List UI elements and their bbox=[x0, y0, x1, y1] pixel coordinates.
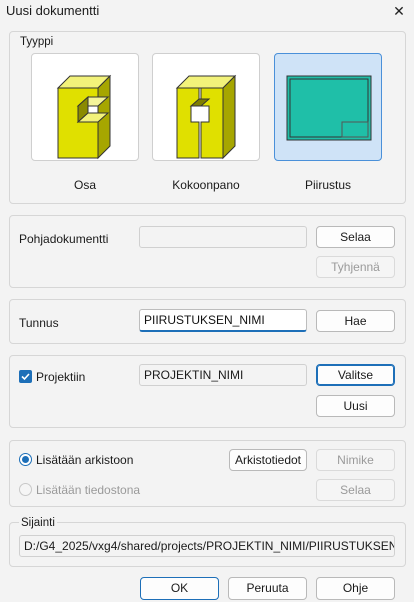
identifier-search-button[interactable]: Hae bbox=[316, 310, 395, 332]
part-icon bbox=[56, 74, 112, 160]
template-clear-button[interactable]: Tyhjennä bbox=[316, 256, 395, 278]
window-title: Uusi dokumentti bbox=[6, 3, 100, 18]
identifier-field[interactable] bbox=[139, 309, 307, 332]
project-field: PROJEKTIN_NIMI bbox=[139, 364, 307, 386]
tile-part-label: Osa bbox=[73, 178, 96, 192]
tile-assembly[interactable] bbox=[152, 53, 260, 161]
assembly-icon bbox=[175, 74, 237, 160]
template-field bbox=[139, 226, 307, 248]
title-button[interactable]: Nimike bbox=[316, 449, 395, 471]
archive-radio-label[interactable]: Lisätään arkistoon bbox=[36, 453, 133, 467]
title-bar: Uusi dokumentti ✕ bbox=[0, 0, 414, 24]
close-icon[interactable]: ✕ bbox=[384, 0, 414, 24]
location-label: Sijainti bbox=[19, 517, 57, 529]
project-select-button[interactable]: Valitse bbox=[316, 364, 395, 386]
template-label: Pohjadokumentti bbox=[19, 232, 109, 246]
tile-drawing[interactable] bbox=[274, 53, 382, 161]
location-path: D:/G4_2025/vxg4/shared/projects/PROJEKTI… bbox=[19, 535, 395, 557]
tile-assembly-label: Kokoonpano bbox=[172, 178, 240, 192]
project-new-button[interactable]: Uusi bbox=[316, 395, 395, 417]
file-radio-label[interactable]: Lisätään tiedostona bbox=[36, 483, 140, 497]
template-browse-button[interactable]: Selaa bbox=[316, 226, 395, 248]
archive-radio[interactable] bbox=[19, 453, 32, 466]
type-group: Tyyppi Osa Kokoonpano Piirustus bbox=[9, 31, 406, 204]
checkmark-icon bbox=[21, 373, 30, 381]
file-radio[interactable] bbox=[19, 483, 32, 496]
project-checkbox[interactable] bbox=[19, 370, 32, 383]
identifier-input[interactable] bbox=[144, 313, 302, 327]
tile-drawing-label: Piirustus bbox=[304, 178, 351, 192]
archive-info-button[interactable]: Arkistotiedot bbox=[229, 449, 307, 471]
help-button[interactable]: Ohje bbox=[316, 577, 395, 600]
cancel-button[interactable]: Peruuta bbox=[228, 577, 307, 600]
type-group-label: Tyyppi bbox=[20, 36, 54, 48]
tile-part[interactable] bbox=[31, 53, 139, 161]
file-browse-button[interactable]: Selaa bbox=[316, 479, 395, 501]
ok-button[interactable]: OK bbox=[140, 577, 219, 600]
project-checkbox-label[interactable]: Projektiin bbox=[36, 370, 85, 384]
drawing-icon bbox=[286, 75, 372, 141]
identifier-label: Tunnus bbox=[19, 316, 59, 330]
